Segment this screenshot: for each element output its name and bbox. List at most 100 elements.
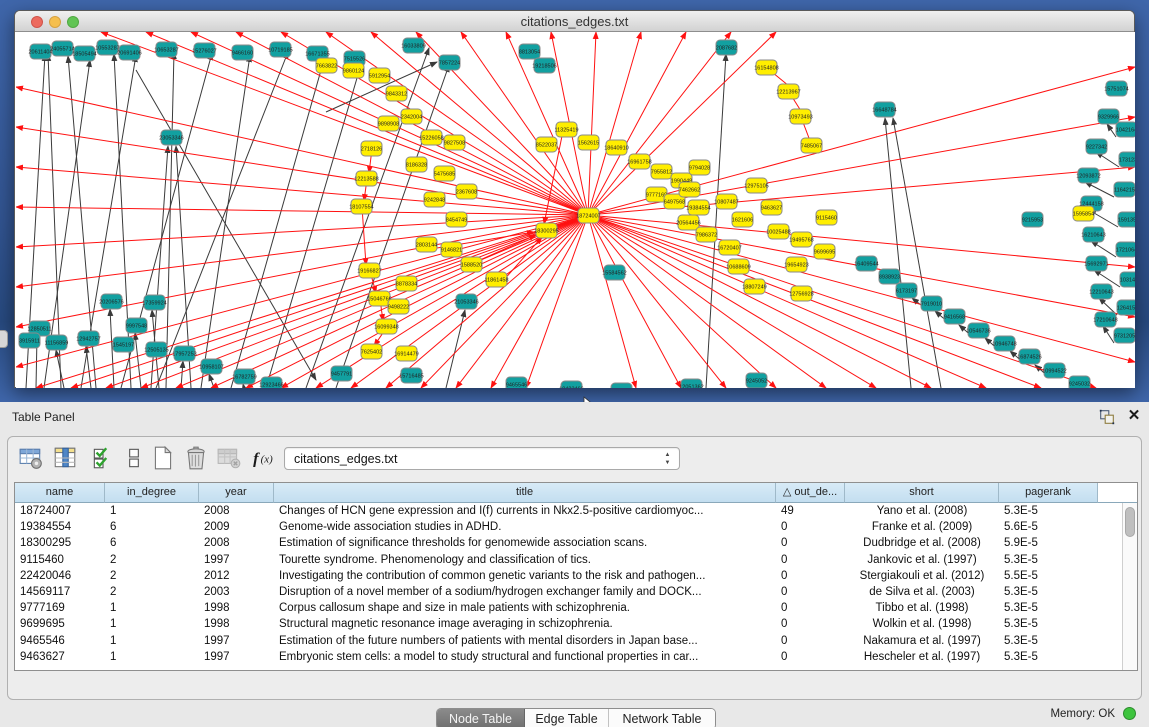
graph-node[interactable]: 9245032 [1069, 376, 1090, 388]
graph-node[interactable]: 7955812 [651, 164, 672, 179]
graph-node[interactable]: 24055714 [50, 41, 74, 56]
graph-node[interactable]: 12942757 [76, 331, 100, 346]
graph-node[interactable]: 9699695 [814, 244, 835, 259]
graph-node[interactable]: 16154808 [754, 60, 778, 75]
graph-node[interactable]: 1545197 [113, 337, 134, 352]
graph-node[interactable]: 11325419 [554, 122, 578, 137]
graph-node[interactable]: 18107554 [349, 199, 373, 214]
column-header-year[interactable]: year [199, 483, 274, 503]
graph-node[interactable]: 12213967 [776, 84, 800, 99]
graph-node[interactable]: 18640910 [604, 140, 628, 155]
graph-node[interactable]: 9860124 [343, 63, 364, 78]
graph-node[interactable]: 2718126 [361, 141, 382, 156]
graph-node[interactable]: 18654923 [609, 383, 633, 388]
graph-node[interactable]: 9242848 [424, 192, 445, 207]
graph-node[interactable]: 16648784 [872, 102, 896, 117]
delete-trash-button[interactable] [183, 445, 209, 471]
graph-node[interactable]: 9227342 [1086, 139, 1107, 154]
network-window[interactable]: citations_edges.txt 20611404240557141850… [14, 10, 1135, 388]
graph-node[interactable]: 10994522 [1042, 363, 1066, 378]
graph-node[interactable]: 2803144 [416, 237, 437, 252]
table-row[interactable]: 1938455462009Genome-wide association stu… [15, 519, 1098, 535]
citation-network-graph[interactable]: 2061140424055714185054941055328720691406… [16, 32, 1135, 388]
table-row[interactable]: 1872400712008Changes of HCN gene express… [15, 503, 1098, 519]
graph-node[interactable]: 10553287 [95, 40, 119, 55]
graph-node[interactable]: 1621606 [732, 212, 753, 227]
vertical-scrollbar[interactable] [1122, 503, 1137, 670]
graph-node[interactable]: 16874526 [1017, 349, 1041, 364]
graph-node[interactable]: 15716485 [399, 368, 423, 383]
column-header-out_de...[interactable]: △ out_de... [776, 483, 845, 503]
column-header-pagerank[interactable]: pagerank [999, 483, 1098, 503]
graph-node[interactable]: 23053346 [159, 130, 183, 145]
graph-node[interactable]: 9465546 [506, 377, 527, 388]
graph-node[interactable]: 19166827 [357, 263, 381, 278]
graph-node[interactable]: 1591358 [1118, 212, 1135, 227]
graph-node[interactable]: 16961758 [627, 154, 651, 169]
function-builder-button[interactable]: f(x) [252, 445, 278, 471]
network-canvas[interactable]: 2061140424055714185054941055328720691406… [16, 32, 1135, 388]
window-titlebar[interactable]: citations_edges.txt [15, 11, 1134, 32]
graph-node[interactable]: 1264158 [1117, 300, 1135, 315]
table-row[interactable]: 969969511998Structural magnetic resonanc… [15, 616, 1098, 632]
graph-node[interactable]: 8522037 [536, 137, 557, 152]
graph-node[interactable]: 9146821 [441, 242, 462, 257]
graph-node[interactable]: 5475685 [434, 166, 455, 181]
graph-node[interactable]: 1588520 [461, 257, 482, 272]
graph-node[interactable]: 18724007 [576, 208, 600, 223]
graph-node[interactable]: 9843312 [386, 86, 407, 101]
graph-node[interactable]: 8878334 [396, 276, 417, 291]
column-header-title[interactable]: title [274, 483, 776, 503]
graph-node[interactable]: 19654923 [784, 257, 808, 272]
graph-node[interactable]: 21053346 [454, 294, 478, 309]
graph-node[interactable]: 9498222 [388, 299, 409, 314]
node-table[interactable]: namein_degreeyeartitle△ out_de...shortpa… [14, 482, 1138, 671]
graph-node[interactable]: 9245052 [746, 373, 767, 388]
graph-node[interactable]: 16210643 [1081, 227, 1105, 242]
table-row[interactable]: 911546021997Tourette syndrome. Phenomeno… [15, 552, 1098, 568]
graph-node[interactable]: 18807249 [742, 279, 766, 294]
graph-node[interactable]: 16782759 [232, 369, 256, 384]
close-panel-icon[interactable]: ✕ [1126, 408, 1142, 424]
graph-node[interactable]: 2087682 [716, 40, 737, 55]
graph-node[interactable]: 8454749 [446, 212, 467, 227]
graph-node[interactable]: 10719185 [268, 42, 292, 57]
graph-node[interactable]: 16720407 [717, 240, 741, 255]
table-row[interactable]: 946362711997Embryonic stem cells: a mode… [15, 649, 1098, 665]
graph-node[interactable]: 20206576 [99, 294, 123, 309]
new-document-button[interactable] [150, 445, 176, 471]
graph-node[interactable]: 1731235 [1119, 152, 1135, 167]
table-row[interactable]: 977716911998Corpus callosum shape and si… [15, 600, 1098, 616]
graph-node[interactable]: 10546736 [966, 323, 990, 338]
graph-node[interactable]: 1595854 [1073, 206, 1094, 221]
graph-node[interactable]: 12756928 [789, 286, 813, 301]
graph-node[interactable]: 9466160 [232, 45, 253, 60]
graph-node[interactable]: 10946748 [992, 336, 1016, 351]
table-row[interactable]: 1830029562008Estimation of significance … [15, 535, 1098, 551]
graph-node[interactable]: 12505135 [144, 342, 168, 357]
graph-node[interactable]: 7485067 [801, 138, 822, 153]
graph-node[interactable]: 11861458 [484, 272, 508, 287]
graph-node[interactable]: 17210648 [1093, 312, 1117, 327]
graph-node[interactable]: 9463627 [761, 200, 782, 215]
graph-node[interactable]: 16099348 [374, 319, 398, 334]
graph-node[interactable]: 3915911 [19, 333, 40, 348]
graph-node[interactable]: 9827508 [444, 135, 465, 150]
graph-node[interactable]: 17957253 [172, 346, 196, 361]
graph-node[interactable]: 7625402 [361, 344, 382, 359]
scrollbar-thumb[interactable] [1125, 507, 1135, 537]
graph-node[interactable]: 1164215 [1114, 182, 1135, 197]
graph-node[interactable]: 15584562 [602, 265, 626, 280]
graph-node[interactable]: 7663822 [316, 58, 337, 73]
graph-node[interactable]: 2367608 [456, 184, 477, 199]
column-select-button[interactable] [52, 445, 78, 471]
graph-node[interactable]: 10973493 [788, 109, 812, 124]
graph-node[interactable]: 1031462 [1120, 272, 1135, 287]
graph-node[interactable]: 8186328 [406, 157, 427, 172]
graph-node[interactable]: 1721064 [1116, 242, 1135, 257]
graph-node[interactable]: 19495768 [789, 232, 813, 247]
graph-node[interactable]: 12210643 [1089, 284, 1113, 299]
graph-node[interactable]: 18300295 [534, 223, 558, 238]
graph-node[interactable]: 9416568 [944, 309, 965, 324]
graph-node[interactable]: 15276027 [192, 43, 216, 58]
